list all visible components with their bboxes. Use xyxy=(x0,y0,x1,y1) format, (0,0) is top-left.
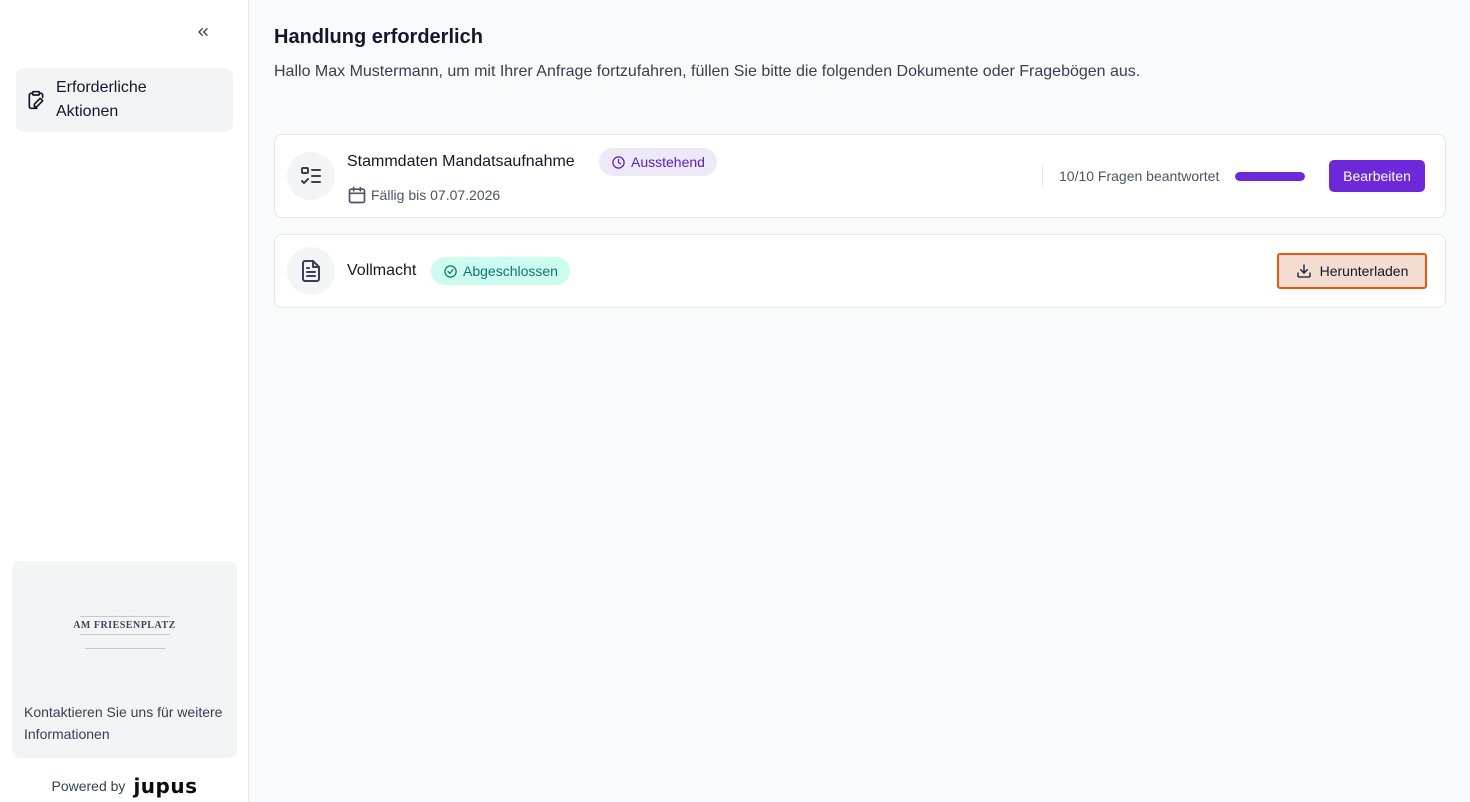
progress-text: 10/10 Fragen beantwortet xyxy=(1059,168,1220,184)
due-date-text: Fällig bis 07.07.2026 xyxy=(371,187,501,203)
download-button-label: Herunterladen xyxy=(1319,263,1409,279)
calendar-icon xyxy=(347,185,367,205)
divider xyxy=(1042,165,1043,187)
progress-bar xyxy=(1235,172,1305,181)
edit-button[interactable]: Bearbeiten xyxy=(1329,160,1425,192)
page-title: Handlung erforderlich xyxy=(274,26,483,48)
logo-title: AM FRIESENPLATZ xyxy=(73,620,176,631)
list-checks-icon xyxy=(287,152,335,200)
powered-by: Powered by jupus xyxy=(0,772,249,800)
jupus-logo[interactable]: jupus xyxy=(133,774,197,798)
contact-card: · · · · · AM FRIESENPLATZ · · · · · · · … xyxy=(12,561,237,758)
status-label: Abgeschlossen xyxy=(463,263,558,279)
status-badge-pending: Ausstehend xyxy=(599,148,717,176)
download-button[interactable]: Herunterladen xyxy=(1277,253,1427,289)
collapse-sidebar-button[interactable] xyxy=(190,20,216,44)
progress-bar-fill xyxy=(1235,172,1305,181)
contact-text: Kontaktieren Sie uns für weitere Informa… xyxy=(24,704,223,742)
sidebar-item-erforderliche-aktionen[interactable]: Erforderliche Aktionen xyxy=(16,68,233,132)
main-content: Handlung erforderlich Hallo Max Musterma… xyxy=(250,0,1470,802)
due-date: Fällig bis 07.07.2026 xyxy=(347,185,500,205)
task-title: Stammdaten Mandatsaufnahme xyxy=(347,153,575,170)
status-badge-completed: Abgeschlossen xyxy=(431,257,570,285)
sidebar-item-label: Erforderliche Aktionen xyxy=(56,79,147,120)
page-subtitle: Hallo Max Mustermann, um mit Ihrer Anfra… xyxy=(274,63,1141,80)
firm-logo: · · · · · AM FRIESENPLATZ · · · · · · · xyxy=(62,601,187,655)
chevrons-left-icon xyxy=(198,27,208,36)
status-label: Ausstehend xyxy=(631,154,705,170)
clipboard-sign-icon xyxy=(26,88,46,112)
check-circle-icon xyxy=(443,264,458,279)
task-title: Vollmacht xyxy=(347,262,417,279)
file-text-icon xyxy=(287,247,335,295)
clock-icon xyxy=(611,155,626,170)
task-card-vollmacht: Vollmacht Abgeschlossen Herunterladen xyxy=(274,234,1446,308)
powered-by-label: Powered by xyxy=(51,778,126,794)
download-icon xyxy=(1296,263,1312,279)
sidebar: Erforderliche Aktionen · · · · · AM FRIE… xyxy=(0,0,249,802)
task-card-stammdaten: Stammdaten Mandatsaufnahme Ausstehend Fä… xyxy=(274,134,1446,218)
